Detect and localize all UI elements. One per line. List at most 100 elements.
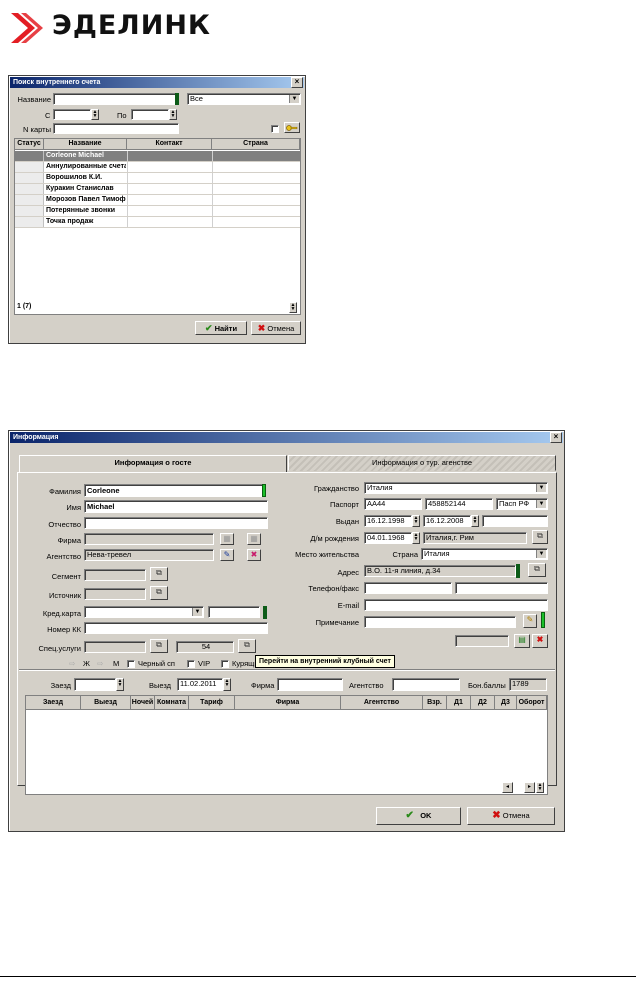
birth-place-input[interactable]: Италия,г. Рим: [423, 532, 527, 544]
to-date-input[interactable]: [131, 109, 169, 120]
gender-male[interactable]: М: [113, 659, 119, 668]
country-select[interactable]: Италия ▼: [421, 548, 548, 560]
col-header-firm[interactable]: Фирма: [235, 696, 341, 710]
services-input[interactable]: [84, 641, 146, 653]
address-input[interactable]: В.О. 11-я линия, д.34: [364, 565, 516, 577]
agency-edit-icon[interactable]: ✎: [220, 549, 234, 561]
passport-type-select[interactable]: Пасп РФ ▼: [496, 498, 548, 510]
table-row[interactable]: Точка продаж: [15, 217, 300, 228]
col-header-name[interactable]: Название: [44, 139, 127, 150]
departure-input[interactable]: 11.02.2011: [177, 678, 223, 691]
departure-spin[interactable]: ▲ ▼: [223, 678, 231, 691]
club-account-input[interactable]: [455, 635, 509, 647]
col-header-d2[interactable]: Д2: [471, 696, 495, 710]
to-date-spin[interactable]: ▲ ▼: [169, 109, 177, 120]
col-header-agency[interactable]: Агентство: [341, 696, 423, 710]
col-header-turnover[interactable]: Оборот: [517, 696, 547, 710]
col-header-contact[interactable]: Контакт: [127, 139, 212, 150]
note-input[interactable]: [364, 616, 516, 628]
arrival-input[interactable]: [74, 678, 116, 691]
agency-input[interactable]: Нева-тревел: [84, 549, 214, 561]
col-header-country[interactable]: Страна: [212, 139, 300, 150]
col-header-status[interactable]: Статус: [15, 139, 44, 150]
col-header-departure[interactable]: Выезд: [81, 696, 131, 710]
passport-number-input[interactable]: 458852144: [425, 498, 493, 510]
scroll-right-icon[interactable]: ▸: [524, 782, 535, 793]
club-account-icon[interactable]: ▤: [514, 634, 530, 648]
issued-to-input[interactable]: 16.12.2008: [423, 515, 471, 527]
chevron-down-icon[interactable]: ▼: [536, 484, 546, 492]
vip-checkbox[interactable]: [187, 660, 195, 668]
blacklist-checkbox[interactable]: [127, 660, 135, 668]
firm-filter-input[interactable]: [277, 678, 343, 691]
address-select-icon[interactable]: ⧉: [528, 563, 546, 577]
firm-edit-icon[interactable]: ▦: [220, 533, 234, 545]
grid-scroll-spin[interactable]: ▲ ▼: [289, 302, 297, 313]
chevron-down-icon[interactable]: ▼: [536, 500, 546, 508]
arrival-spin[interactable]: ▲ ▼: [116, 678, 124, 691]
tab-guest[interactable]: Информация о госте: [19, 455, 287, 473]
find-button[interactable]: ✔ Найти: [195, 321, 247, 335]
agency-clear-icon[interactable]: ✖: [247, 549, 261, 561]
source-input[interactable]: [84, 588, 146, 600]
table-row[interactable]: Аннулированные счета: [15, 162, 300, 173]
credit-card-select[interactable]: ▼: [84, 606, 204, 618]
fax-input[interactable]: [455, 582, 548, 594]
surname-input[interactable]: Corleone: [84, 484, 266, 497]
info-cancel-button[interactable]: ✖ Отмена: [467, 807, 555, 825]
close-icon[interactable]: ×: [291, 77, 303, 88]
issued-from-input[interactable]: 16.12.1998: [364, 515, 412, 527]
issued-from-spin[interactable]: ▲ ▼: [412, 515, 420, 527]
firm-input[interactable]: [84, 533, 214, 545]
agency-filter-input[interactable]: [392, 678, 460, 691]
firm-clear-icon[interactable]: ▦: [247, 533, 261, 545]
col-header-adults[interactable]: Взр.: [423, 696, 447, 710]
birth-date-input[interactable]: 04.01.1968: [364, 532, 412, 544]
search-cancel-button[interactable]: ✖ Отмена: [251, 321, 301, 335]
table-row[interactable]: Corleone Michael: [15, 151, 300, 162]
col-header-d1[interactable]: Д1: [447, 696, 471, 710]
services-select-icon[interactable]: ⧉: [150, 639, 168, 653]
services-open-icon[interactable]: ⧉: [238, 639, 256, 653]
passport-series-input[interactable]: AA44: [364, 498, 422, 510]
extra-checkbox[interactable]: [271, 125, 279, 133]
key-button[interactable]: [284, 122, 300, 133]
smoker-checkbox[interactable]: [221, 660, 229, 668]
table-row[interactable]: Ворошилов К.И.: [15, 173, 300, 184]
table-row[interactable]: Куракин Станислав: [15, 184, 300, 195]
phone-input[interactable]: [364, 582, 452, 594]
filter-select[interactable]: Все ▼: [187, 93, 301, 105]
card-number-input[interactable]: [84, 622, 268, 634]
ok-button[interactable]: ✔ OK: [376, 807, 461, 825]
club-account-clear-icon[interactable]: ✖: [532, 634, 548, 648]
segment-select-icon[interactable]: ⧉: [150, 567, 168, 581]
col-header-arrival[interactable]: Заезд: [26, 696, 81, 710]
name-input[interactable]: [53, 93, 179, 105]
close-icon[interactable]: ×: [550, 432, 562, 443]
email-input[interactable]: [364, 599, 548, 611]
tab-agency[interactable]: Информация о тур. агенстве: [288, 455, 556, 471]
chevron-down-icon[interactable]: ▼: [289, 95, 299, 103]
col-header-d3[interactable]: Д3: [495, 696, 517, 710]
horizontal-scrollbar[interactable]: ◂ ▸ ▲ ▼: [502, 782, 546, 793]
credit-card-extra-input[interactable]: [208, 606, 260, 618]
name-input[interactable]: Michael: [84, 500, 268, 513]
issued-by-input[interactable]: [482, 515, 548, 527]
scroll-spin[interactable]: ▲ ▼: [536, 782, 544, 793]
birth-place-select-icon[interactable]: ⧉: [532, 530, 548, 544]
note-edit-icon[interactable]: ✎: [523, 614, 537, 628]
patronymic-input[interactable]: [84, 517, 268, 529]
chevron-down-icon[interactable]: ▼: [192, 608, 202, 616]
segment-input[interactable]: [84, 569, 146, 581]
col-header-rate[interactable]: Тариф: [189, 696, 235, 710]
chevron-down-icon[interactable]: ▼: [536, 550, 546, 558]
from-date-input[interactable]: [53, 109, 91, 120]
table-row[interactable]: Морозов Павел Тимоф: [15, 195, 300, 206]
gender-female[interactable]: Ж: [83, 659, 90, 668]
table-row[interactable]: Потерянные звонки: [15, 206, 300, 217]
issued-to-spin[interactable]: ▲ ▼: [471, 515, 479, 527]
card-input[interactable]: [53, 123, 179, 134]
citizenship-select[interactable]: Италия ▼: [364, 482, 548, 494]
col-header-nights[interactable]: Ночей: [131, 696, 155, 710]
scroll-left-icon[interactable]: ◂: [502, 782, 513, 793]
